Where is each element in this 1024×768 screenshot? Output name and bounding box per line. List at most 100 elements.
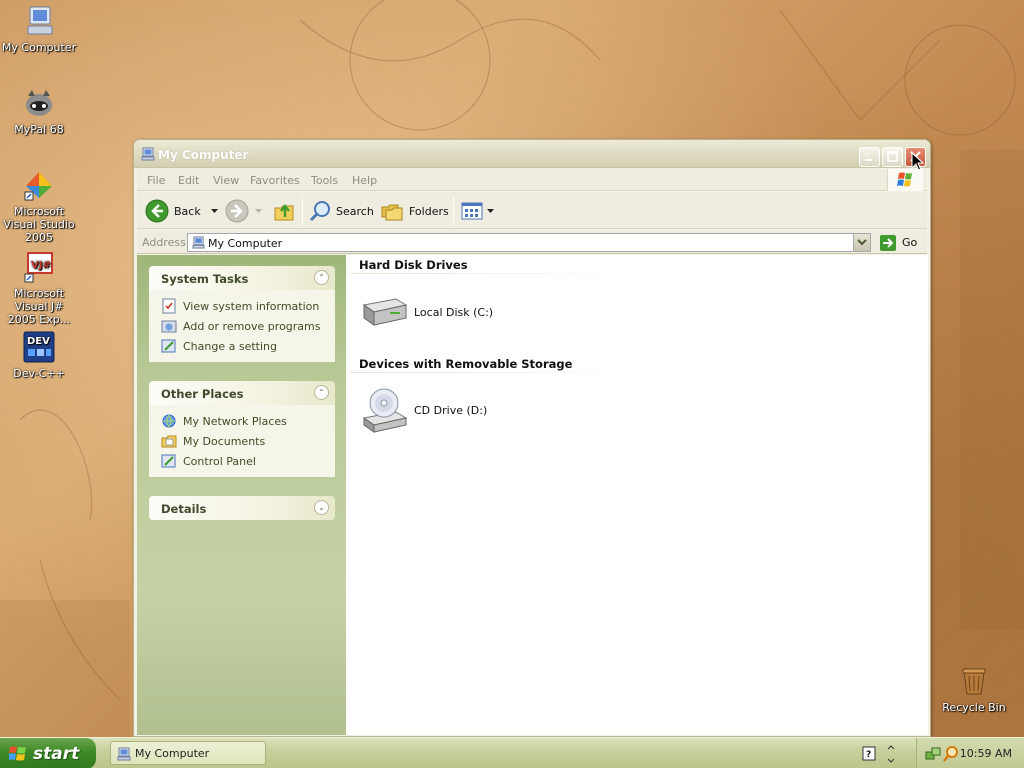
drive-item-local-disk[interactable]: Local Disk (C:)	[360, 287, 493, 337]
maximize-button[interactable]	[882, 147, 903, 167]
expand-icon[interactable]: ⌄	[314, 500, 329, 515]
desktop-icon-mypal[interactable]: MyPal 68	[0, 86, 79, 136]
windows-flag-icon	[887, 169, 923, 191]
raccoon-icon	[22, 86, 56, 120]
forward-button[interactable]	[225, 198, 262, 224]
taskbar-item-label: My Computer	[135, 746, 210, 760]
drive-item-cd-drive[interactable]: CD Drive (D:)	[360, 385, 487, 435]
start-button[interactable]: start	[0, 738, 96, 768]
folders-icon	[381, 204, 403, 221]
desktop-icon-dev-cpp[interactable]: DEV Dev-C++	[0, 330, 79, 380]
minimize-button[interactable]	[859, 147, 880, 167]
group-divider	[350, 372, 630, 373]
system-tray: 10:59 AM	[916, 738, 1024, 768]
svg-text:DEV: DEV	[27, 336, 50, 347]
go-button[interactable]: Go	[879, 233, 917, 252]
link-label: Add or remove programs	[183, 319, 321, 333]
group-header-removable-storage: Devices with Removable Storage	[359, 357, 573, 371]
menu-help[interactable]: Help	[352, 174, 377, 187]
help-icon[interactable]: ?	[862, 746, 876, 761]
desktop-icon-label: Microsoft Visual Studio 2005	[3, 205, 75, 244]
address-dropdown-button[interactable]	[853, 234, 870, 251]
change-a-setting-link[interactable]: Change a setting	[161, 336, 335, 356]
desktop-icon-vj[interactable]: VJ# Microsoft Visual J# 2005 Exp...	[0, 250, 79, 326]
views-button[interactable]	[460, 198, 494, 224]
task-pane: System Tasks ⌃ View system information A…	[137, 255, 346, 735]
toolbar-separator	[302, 197, 303, 225]
my-documents-icon	[161, 433, 177, 449]
search-button[interactable]: Search	[308, 198, 374, 224]
add-remove-programs-link[interactable]: Add or remove programs	[161, 316, 335, 336]
vj-icon: VJ#	[22, 250, 56, 284]
my-documents-link[interactable]: My Documents	[161, 431, 335, 451]
desktop-icon-label: Microsoft Visual J# 2005 Exp...	[7, 287, 71, 326]
content-pane: Hard Disk Drives Local Disk (C:) Devices…	[346, 255, 928, 735]
address-input[interactable]: My Computer	[187, 233, 871, 252]
taskbar: start My Computer ? 10:59 AM	[0, 737, 1024, 768]
link-label: Control Panel	[183, 454, 256, 468]
search-tray-icon[interactable]	[943, 745, 959, 762]
link-label: My Network Places	[183, 414, 287, 428]
my-computer-icon	[141, 147, 155, 161]
details-title: Details	[161, 502, 207, 516]
desktop-icon-my-computer[interactable]: My Computer	[0, 4, 79, 54]
my-network-places-link[interactable]: My Network Places	[161, 411, 335, 431]
desktop-icon-visual-studio[interactable]: Microsoft Visual Studio 2005	[0, 168, 79, 244]
clock[interactable]: 10:59 AM	[960, 747, 1012, 760]
my-computer-window: My Computer File Edit View Favorites Too…	[133, 139, 931, 737]
collapse-icon[interactable]: ⌃	[314, 385, 329, 400]
menu-file[interactable]: File	[147, 174, 165, 187]
chevron-down-icon	[255, 208, 262, 213]
system-tasks-panel: System Tasks ⌃ View system information A…	[149, 266, 335, 362]
menu-tools[interactable]: Tools	[311, 174, 338, 187]
drive-label: CD Drive (D:)	[414, 403, 488, 417]
address-label: Address	[142, 236, 186, 249]
menu-view[interactable]: View	[213, 174, 239, 187]
tray-expand-icon[interactable]	[886, 745, 896, 763]
go-arrow-icon	[880, 234, 896, 251]
windows-flag-icon	[9, 746, 26, 761]
toolbar-separator	[453, 197, 454, 225]
taskbar-item-my-computer[interactable]: My Computer	[110, 741, 266, 765]
system-info-icon	[161, 298, 177, 314]
back-button[interactable]: Back	[145, 198, 218, 224]
control-panel-icon	[161, 338, 177, 354]
other-places-header[interactable]: Other Places ⌃	[149, 381, 335, 405]
details-header[interactable]: Details ⌄	[149, 496, 335, 520]
hard-drive-icon	[362, 298, 408, 326]
title-bar[interactable]: My Computer	[134, 140, 930, 172]
details-panel: Details ⌄	[149, 496, 335, 520]
chevron-down-icon	[857, 239, 867, 246]
menu-favorites[interactable]: Favorites	[250, 174, 300, 187]
view-system-information-link[interactable]: View system information	[161, 296, 335, 316]
link-label: Change a setting	[183, 339, 277, 353]
desktop-icon-recycle-bin[interactable]: Recycle Bin	[934, 664, 1014, 714]
desktop-icon-label: MyPal 68	[14, 123, 64, 136]
system-tasks-header[interactable]: System Tasks ⌃	[149, 266, 335, 290]
system-tasks-title: System Tasks	[161, 272, 249, 286]
search-icon	[309, 201, 330, 222]
chevron-down-icon	[487, 208, 494, 213]
back-arrow-icon	[145, 199, 169, 223]
go-label: Go	[902, 236, 918, 249]
collapse-icon[interactable]: ⌃	[314, 270, 329, 285]
network-tray-icon[interactable]	[925, 746, 941, 762]
svg-text:VJ#: VJ#	[31, 260, 51, 271]
menu-edit[interactable]: Edit	[178, 174, 199, 187]
my-computer-icon	[22, 4, 56, 38]
my-computer-icon	[117, 747, 131, 761]
link-label: My Documents	[183, 434, 266, 448]
address-bar: Address My Computer Go	[137, 230, 927, 254]
up-folder-button[interactable]	[272, 198, 296, 224]
folders-button[interactable]: Folders	[380, 198, 449, 224]
views-icon	[461, 202, 483, 220]
visual-studio-icon	[22, 168, 56, 202]
other-places-title: Other Places	[161, 387, 244, 401]
menu-bar: File Edit View Favorites Tools Help	[137, 169, 927, 191]
dev-cpp-icon: DEV	[22, 330, 56, 364]
control-panel-link[interactable]: Control Panel	[161, 451, 335, 471]
group-divider	[350, 273, 630, 274]
other-places-body: My Network Places My Documents Control P…	[149, 405, 335, 477]
cd-drive-icon	[362, 388, 408, 433]
my-computer-icon	[192, 236, 205, 249]
